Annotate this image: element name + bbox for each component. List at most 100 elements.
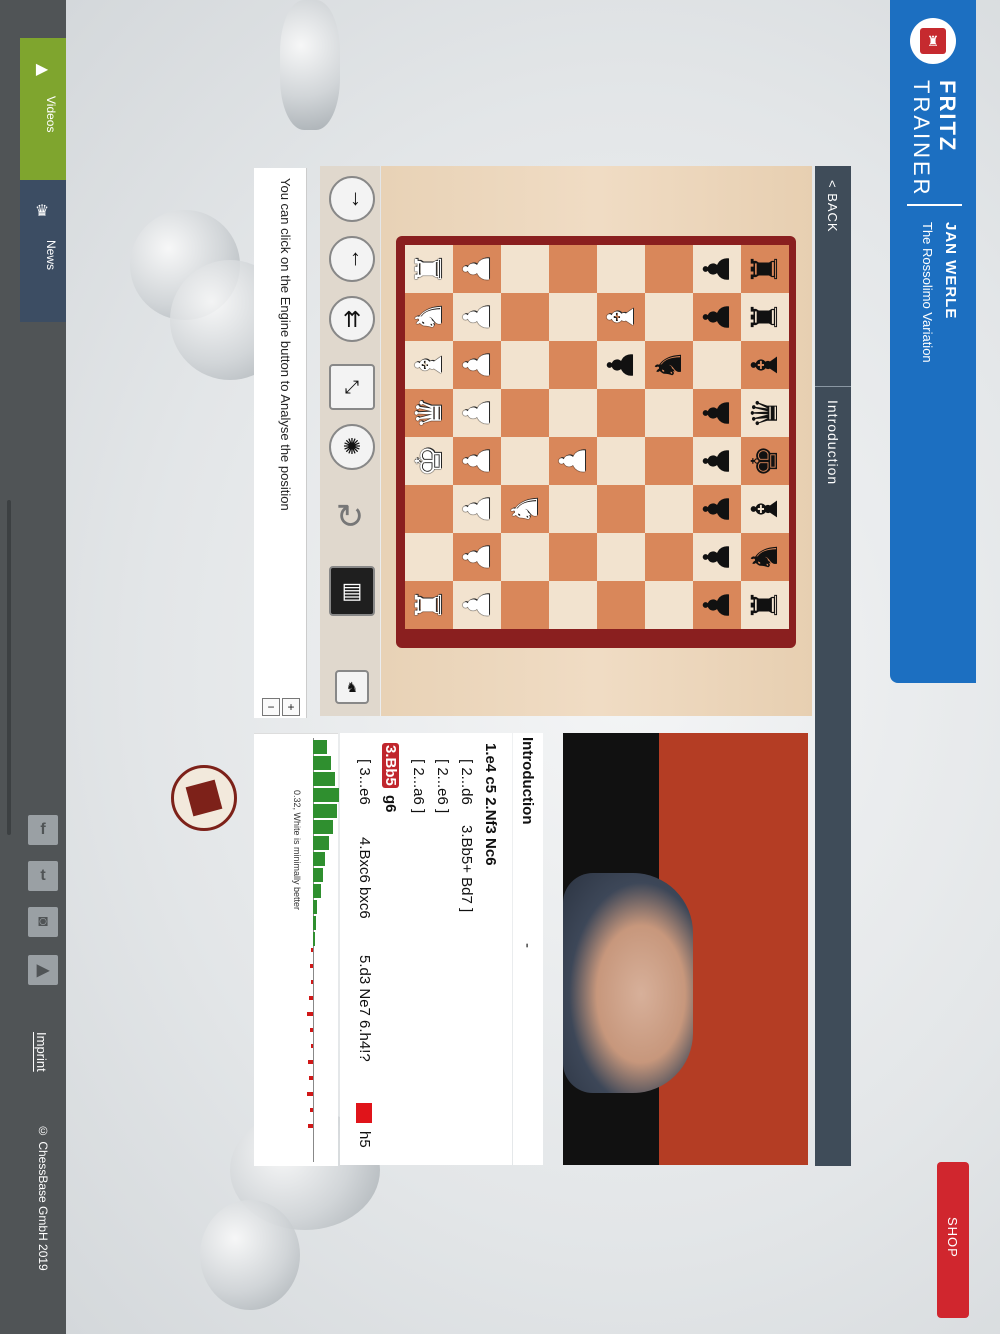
black-piece[interactable]: ♜: [744, 301, 785, 333]
black-piece[interactable]: ♛: [744, 397, 785, 429]
board-square[interactable]: [549, 533, 597, 581]
move-variation[interactable]: 3.Bb5+ Bd7 ]: [458, 825, 475, 912]
video-player[interactable]: [563, 733, 808, 1165]
board-square[interactable]: ♛: [741, 389, 789, 437]
board-square[interactable]: [597, 485, 645, 533]
black-piece[interactable]: ♟: [696, 397, 737, 429]
board-square[interactable]: ♜: [741, 293, 789, 341]
collapse-button[interactable]: −: [262, 698, 280, 716]
board-square[interactable]: ♟: [693, 533, 741, 581]
black-piece[interactable]: ♟: [696, 301, 737, 333]
chess-board[interactable]: ♜ ♟ ♟ ♜ ♞ ♟ ♝ ♟ ♜ ♝ ♟ ♟ ♞ ♝ ♛ ♟ ♟ ♛ ♚ ♟ ♟ ♟ ♚ ♟ ♞ ♟ ♝ ♟ ♟ ♞ ♜ ♟ ♟ ♜: [405, 245, 789, 629]
board-square[interactable]: ♝: [597, 293, 645, 341]
black-piece[interactable]: ♟: [696, 493, 737, 525]
move-variation[interactable]: [ 3...e6: [356, 759, 373, 805]
board-square[interactable]: [549, 485, 597, 533]
black-piece[interactable]: ♟: [696, 445, 737, 477]
board-square[interactable]: ♞: [501, 485, 549, 533]
board-square[interactable]: ♝: [741, 341, 789, 389]
black-piece[interactable]: ♚: [744, 445, 785, 477]
move-variation[interactable]: [ 2...a6 ]: [410, 759, 427, 813]
board-square[interactable]: ♟: [453, 341, 501, 389]
board-square[interactable]: [501, 389, 549, 437]
board-square[interactable]: ♜: [741, 581, 789, 629]
board-square[interactable]: [501, 341, 549, 389]
board-square[interactable]: ♟: [693, 389, 741, 437]
board-square[interactable]: ♞: [741, 533, 789, 581]
white-piece[interactable]: ♛: [408, 397, 449, 429]
board-square[interactable]: ♞: [405, 293, 453, 341]
board-square[interactable]: ♟: [693, 581, 741, 629]
board-square[interactable]: [645, 293, 693, 341]
shop-button[interactable]: SHOP: [937, 1162, 969, 1318]
black-piece[interactable]: ♝: [744, 493, 785, 525]
board-square[interactable]: ♝: [405, 341, 453, 389]
white-piece[interactable]: ♝: [408, 349, 449, 381]
board-square[interactable]: ♟: [597, 341, 645, 389]
move-variation[interactable]: [ 2...d6: [458, 759, 475, 805]
board-square[interactable]: ♟: [693, 245, 741, 293]
move-variation[interactable]: h5: [356, 1131, 373, 1148]
board-square[interactable]: ♟: [453, 245, 501, 293]
facebook-icon[interactable]: f: [28, 815, 58, 845]
twitter-icon[interactable]: t: [28, 861, 58, 891]
white-piece[interactable]: ♟: [552, 445, 593, 477]
youtube-icon[interactable]: ▶: [28, 955, 58, 985]
board-square[interactable]: [549, 389, 597, 437]
white-piece[interactable]: ♟: [456, 253, 497, 285]
flip-board-icon[interactable]: ↻: [329, 496, 371, 538]
board-square[interactable]: ♟: [549, 437, 597, 485]
white-piece[interactable]: ♟: [456, 541, 497, 573]
board-setup-icon[interactable]: ♞: [335, 670, 369, 704]
board-square[interactable]: ♟: [453, 533, 501, 581]
back-button[interactable]: < BACK: [825, 180, 840, 233]
black-piece[interactable]: ♟: [696, 589, 737, 621]
board-square[interactable]: [597, 389, 645, 437]
white-piece[interactable]: ♟: [456, 493, 497, 525]
white-piece[interactable]: ♟: [456, 301, 497, 333]
board-square[interactable]: [405, 533, 453, 581]
board-square[interactable]: [501, 533, 549, 581]
board-square[interactable]: ♟: [453, 581, 501, 629]
board-square[interactable]: [501, 293, 549, 341]
move-line-main[interactable]: 1.e4 c5 2.Nf3 Nc6: [482, 743, 499, 866]
board-square[interactable]: ♟: [693, 437, 741, 485]
black-piece[interactable]: ♟: [696, 253, 737, 285]
black-piece[interactable]: ♞: [648, 349, 689, 381]
white-piece[interactable]: ♟: [456, 349, 497, 381]
move-variation[interactable]: 4.Bxc6 bxc6: [356, 837, 373, 919]
board-square[interactable]: [645, 389, 693, 437]
white-piece[interactable]: ♟: [456, 589, 497, 621]
board-square[interactable]: ♚: [741, 437, 789, 485]
board-square[interactable]: ♟: [693, 485, 741, 533]
board-square[interactable]: [597, 437, 645, 485]
black-piece[interactable]: ♞: [744, 541, 785, 573]
board-square[interactable]: ♟: [453, 485, 501, 533]
board-square[interactable]: ♟: [453, 437, 501, 485]
board-square[interactable]: [597, 245, 645, 293]
fullscreen-icon[interactable]: ⤢: [329, 364, 375, 410]
board-square[interactable]: [501, 245, 549, 293]
board-square[interactable]: [645, 437, 693, 485]
board-square[interactable]: ♞: [645, 341, 693, 389]
black-piece[interactable]: ♟: [600, 349, 641, 381]
board-square[interactable]: [405, 485, 453, 533]
white-piece[interactable]: ♜: [408, 589, 449, 621]
white-piece[interactable]: ♜: [408, 253, 449, 285]
board-square[interactable]: ♟: [453, 293, 501, 341]
black-piece[interactable]: ♟: [696, 541, 737, 573]
board-square[interactable]: ♜: [405, 245, 453, 293]
engine-icon[interactable]: ✺: [329, 424, 375, 470]
save-icon[interactable]: ▤: [329, 566, 375, 616]
evaluation-graph[interactable]: 0.32, White is minimally better: [254, 733, 339, 1166]
board-square[interactable]: [549, 341, 597, 389]
white-piece[interactable]: ♟: [456, 397, 497, 429]
black-piece[interactable]: ♜: [744, 589, 785, 621]
news-button[interactable]: ♛ News: [20, 180, 66, 322]
instagram-icon[interactable]: ◙: [28, 907, 58, 937]
current-move[interactable]: 3.Bb5: [382, 743, 399, 788]
board-square[interactable]: ♜: [741, 245, 789, 293]
board-square[interactable]: ♟: [453, 389, 501, 437]
board-square[interactable]: ♝: [741, 485, 789, 533]
board-square[interactable]: [597, 533, 645, 581]
